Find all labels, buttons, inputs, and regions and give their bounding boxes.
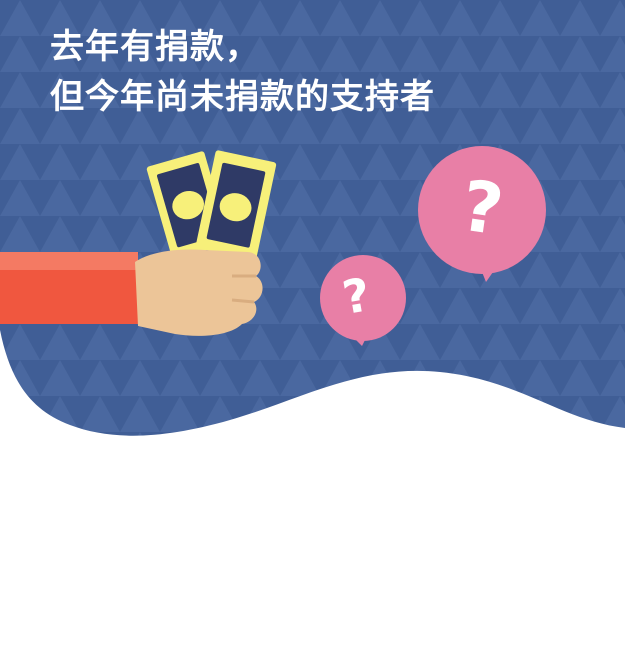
headline-line-2: 但今年尚未捐款的支持者	[50, 77, 435, 117]
hand-icon	[0, 249, 263, 336]
headline-line-1: 去年有捐款，	[50, 27, 260, 67]
canvas: ? ? 去年有捐款， 但今年尚未捐款的支持者	[0, 0, 625, 663]
headline: 去年有捐款， 但今年尚未捐款的支持者	[50, 22, 435, 122]
